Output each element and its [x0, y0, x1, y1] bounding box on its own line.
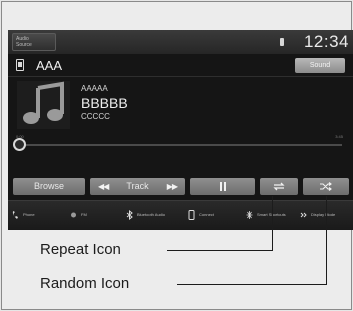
skip-back-icon: ◀◀ — [98, 182, 109, 191]
connect-label: Connect — [199, 212, 214, 217]
track-title: BBBBB — [81, 95, 128, 111]
repeat-leader-vertical — [272, 196, 273, 251]
random-button[interactable] — [303, 178, 349, 195]
bluetooth-audio-shortcut[interactable]: Bluetooth Audio — [126, 205, 186, 227]
repeat-leader-horizontal — [167, 250, 273, 251]
signal-icon — [280, 38, 284, 46]
album-name: AAAAA — [81, 84, 108, 93]
smart-shortcuts-label: Smart Shortcuts — [257, 212, 286, 217]
shortcuts-icon — [246, 211, 253, 219]
random-icon — [320, 182, 332, 191]
connect-shortcut[interactable]: Connect — [188, 205, 238, 227]
progress-knob[interactable] — [13, 138, 26, 151]
station-name: AAA — [36, 58, 63, 73]
track-info: AAAAA BBBBB CCCCC — [81, 84, 128, 122]
repeat-icon-callout: Repeat Icon — [40, 241, 121, 258]
fm-shortcut[interactable]: FM — [70, 205, 115, 227]
random-leader-vertical — [326, 196, 327, 285]
bluetooth-audio-label: Bluetooth Audio — [137, 212, 166, 217]
sound-button[interactable]: Sound — [295, 58, 345, 73]
bottom-shortcut-bar: Phone FM Bluetooth Audio Connect Smart S… — [8, 200, 353, 230]
phone-icon — [12, 211, 18, 219]
repeat-button[interactable] — [260, 178, 298, 195]
audio-source-button[interactable]: Audio Source — [12, 33, 56, 51]
progress-bar[interactable] — [18, 144, 342, 146]
smartphone-icon — [188, 210, 195, 220]
artist-name: CCCCC — [81, 112, 110, 121]
station-bar: AAA Sound — [8, 55, 353, 77]
phone-shortcut[interactable]: Phone — [12, 205, 62, 227]
phone-label: Phone — [23, 212, 35, 217]
music-note-icon — [16, 80, 71, 130]
track-button[interactable]: ◀◀ Track ▶▶ — [90, 178, 185, 195]
track-label: Track — [126, 181, 149, 191]
fm-label: FM — [81, 212, 87, 217]
track-duration: 3:45 — [335, 134, 343, 139]
repeat-icon — [273, 182, 285, 191]
audio-source-label: Audio Source — [16, 36, 32, 48]
pause-button[interactable] — [190, 178, 255, 195]
random-leader-horizontal — [177, 284, 327, 285]
random-icon-callout: Random Icon — [40, 275, 130, 292]
radio-icon — [71, 212, 76, 218]
browse-button[interactable]: Browse — [13, 178, 85, 195]
display-mode-icon — [300, 212, 307, 218]
smart-shortcuts-shortcut[interactable]: Smart Shortcuts — [246, 205, 296, 227]
bluetooth-icon — [126, 210, 133, 220]
display-mode-label: Display Mode — [311, 212, 336, 217]
pause-icon — [219, 182, 226, 191]
audio-screen: Audio Source 12:34 AAA Sound AAAAA BBBBB… — [8, 30, 353, 230]
clock: 12:34 — [303, 32, 349, 51]
playback-controls: Browse ◀◀ Track ▶▶ — [8, 178, 353, 198]
skip-forward-icon: ▶▶ — [166, 182, 178, 191]
phone-icon — [16, 59, 24, 71]
status-bar: Audio Source 12:34 — [8, 30, 353, 54]
